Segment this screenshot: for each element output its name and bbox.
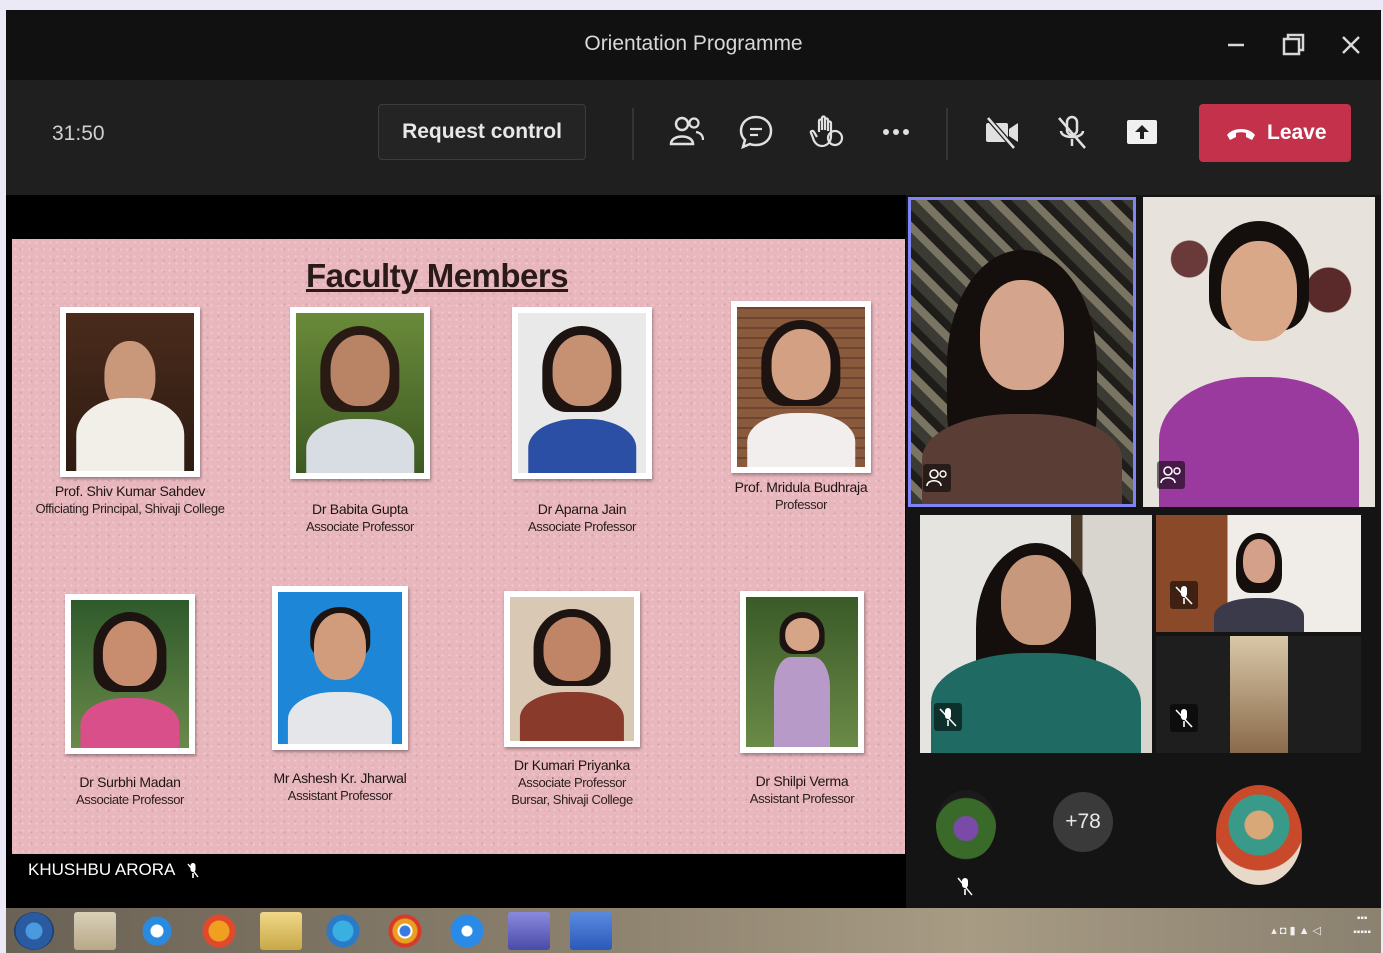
participant-video[interactable]	[908, 197, 1136, 507]
toolbar-divider	[632, 108, 634, 160]
faculty-photo	[731, 301, 871, 473]
participant-video[interactable]	[920, 515, 1152, 753]
hand-raised-icon	[1157, 461, 1185, 489]
word-icon[interactable]	[570, 912, 612, 950]
chat-icon[interactable]	[736, 112, 776, 152]
faculty-photo	[65, 594, 195, 754]
faculty-name: Dr Shilpi Verma	[755, 773, 849, 789]
faculty-card: Prof. Shiv Kumar Sahdev Officiating Prin…	[20, 307, 240, 517]
faculty-designation: Associate Professor	[517, 775, 626, 790]
minimize-icon[interactable]	[1219, 28, 1253, 62]
leave-button[interactable]: Leave	[1199, 104, 1351, 162]
faculty-designation: Associate Professor	[75, 792, 184, 807]
presenter-name: KHUSHBU ARORA	[28, 860, 175, 879]
participant-avatar[interactable]	[1216, 785, 1302, 885]
faculty-card: Dr Kumari Priyanka Associate Professor B…	[462, 591, 682, 808]
system-tray[interactable]: ▴ ◘ ▮ ▲ ◁	[1271, 924, 1321, 937]
more-participants-badge[interactable]: +78	[1053, 792, 1113, 852]
faculty-name: Dr Kumari Priyanka	[514, 757, 630, 773]
mic-off-icon	[1170, 581, 1198, 609]
request-control-button[interactable]: Request control	[378, 104, 586, 160]
firefox-icon[interactable]	[198, 912, 240, 950]
faculty-name: Prof. Shiv Kumar Sahdev	[54, 483, 206, 499]
faculty-name: Mr Ashesh Kr. Jharwal	[273, 770, 407, 786]
faculty-name: Dr Aparna Jain	[537, 501, 627, 517]
camera-off-icon[interactable]	[982, 112, 1022, 152]
meeting-timer: 31:50	[52, 122, 105, 145]
window-title: Orientation Programme	[584, 32, 803, 55]
people-icon[interactable]	[666, 112, 706, 152]
faculty-photo	[740, 591, 864, 753]
restore-icon[interactable]	[1276, 28, 1310, 62]
faculty-designation: Assistant Professor	[287, 788, 393, 803]
react-icon[interactable]	[806, 112, 846, 152]
faculty-photo	[512, 307, 652, 479]
close-icon[interactable]	[1334, 28, 1368, 62]
faculty-photo	[60, 307, 200, 477]
faculty-card: Dr Aparna Jain Associate Professor	[472, 307, 692, 535]
toolbar-divider	[946, 108, 948, 160]
faculty-card: Prof. Mridula Budhraja Professor	[691, 301, 911, 513]
faculty-name: Prof. Mridula Budhraja	[734, 479, 868, 495]
participant-avatar[interactable]	[936, 790, 996, 860]
mic-off-icon	[934, 703, 962, 731]
faculty-card: Dr Surbhi Madan Associate Professor	[20, 594, 240, 808]
mic-off-icon	[957, 877, 973, 896]
presentation-slide: Faculty Members Prof. Shiv Kumar Sahdev …	[12, 239, 905, 854]
faculty-photo	[290, 307, 430, 479]
slide-title: Faculty Members	[306, 257, 569, 294]
leave-label: Leave	[1267, 121, 1327, 144]
internet-explorer-icon[interactable]	[136, 912, 178, 950]
meeting-toolbar: 31:50 Request control Leave	[6, 80, 1381, 195]
faculty-extra: Bursar, Shivaji College	[511, 792, 633, 807]
zoom-icon[interactable]	[446, 912, 488, 950]
chrome-icon[interactable]	[384, 912, 426, 950]
start-button-icon[interactable]	[14, 912, 54, 950]
windows-taskbar: ▴ ◘ ▮ ▲ ◁ ▪▪▪ ▪▪▪▪▪	[6, 908, 1381, 953]
mic-off-icon[interactable]	[1052, 112, 1092, 152]
system-clock[interactable]: ▪▪▪ ▪▪▪▪▪	[1353, 912, 1371, 940]
faculty-card: Dr Babita Gupta Associate Professor	[250, 307, 470, 535]
edge-icon[interactable]	[322, 912, 364, 950]
faculty-photo	[504, 591, 640, 747]
hand-raised-icon	[923, 464, 951, 492]
phone-hangup-icon	[1227, 129, 1255, 140]
participant-video[interactable]	[1156, 515, 1361, 632]
mic-off-icon	[1170, 704, 1198, 732]
faculty-name: Dr Surbhi Madan	[79, 774, 181, 790]
faculty-card: Mr Ashesh Kr. Jharwal Assistant Professo…	[230, 586, 450, 804]
share-icon[interactable]	[1122, 112, 1162, 152]
shared-screen: Faculty Members Prof. Shiv Kumar Sahdev …	[6, 195, 906, 908]
faculty-photo	[272, 586, 408, 750]
file-explorer-icon[interactable]	[260, 912, 302, 950]
faculty-designation: Associate Professor	[305, 519, 414, 534]
faculty-designation: Associate Professor	[527, 519, 636, 534]
mic-off-icon	[187, 862, 199, 878]
teams-icon[interactable]	[508, 912, 550, 950]
teams-window: Orientation Programme 31:50 Request cont…	[6, 10, 1381, 953]
presenter-label: KHUSHBU ARORA	[28, 860, 199, 880]
more-icon[interactable]	[876, 112, 916, 152]
faculty-name: Dr Babita Gupta	[312, 501, 408, 517]
participant-video[interactable]	[1156, 636, 1361, 753]
faculty-card: Dr Shilpi Verma Assistant Professor	[692, 591, 912, 807]
faculty-designation: Professor	[774, 497, 828, 512]
faculty-designation: Officiating Principal, Shivaji College	[35, 501, 225, 516]
media-player-icon[interactable]	[74, 912, 116, 950]
participant-video[interactable]	[1143, 197, 1375, 507]
faculty-designation: Assistant Professor	[749, 791, 855, 806]
title-bar: Orientation Programme	[6, 10, 1381, 80]
